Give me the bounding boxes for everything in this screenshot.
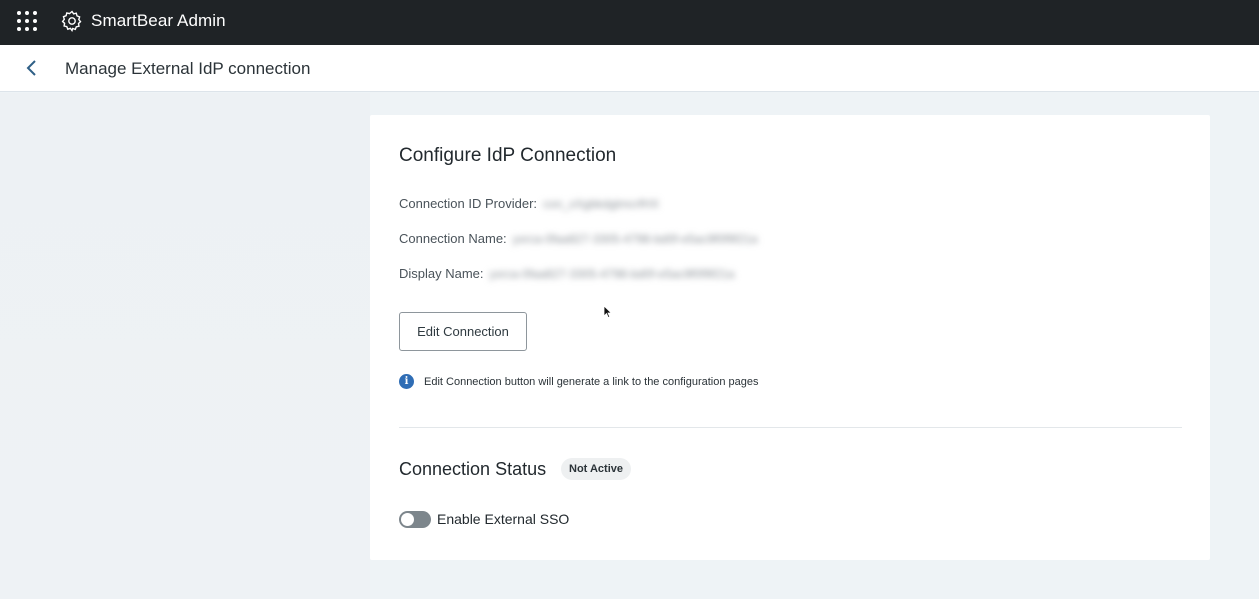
page-header: Manage External IdP connection	[0, 45, 1259, 92]
edit-connection-button[interactable]: Edit Connection	[399, 312, 527, 351]
apps-grid-icon[interactable]	[17, 11, 37, 31]
connection-id-provider-label: Connection ID Provider:	[399, 196, 538, 211]
idp-connection-card: Configure IdP Connection Connection ID P…	[370, 115, 1210, 560]
gear-icon	[61, 10, 82, 32]
card-heading: Configure IdP Connection	[399, 145, 617, 166]
connection-name-label: Connection Name:	[399, 231, 507, 246]
info-icon: i	[399, 374, 414, 389]
enable-external-sso-toggle[interactable]	[399, 511, 431, 528]
chevron-left-icon[interactable]	[21, 57, 43, 79]
app-title: SmartBear Admin	[91, 11, 226, 30]
toggle-label: Enable External SSO	[437, 511, 570, 527]
connection-name-value: yxrca-0faa827-3305-4798-bd0f-e5ac9f0f9f2…	[512, 231, 758, 246]
top-navigation-bar: SmartBear Admin	[0, 0, 1259, 45]
display-name-value: yxrca-0faa827-3305-4798-bd0f-e5ac9f0f9f2…	[489, 266, 735, 281]
mouse-cursor-icon	[603, 305, 613, 319]
info-text: Edit Connection button will generate a l…	[424, 375, 759, 388]
connection-name-field: Connection Name: yxrca-0faa827-3305-4798…	[399, 231, 758, 246]
display-name-field: Display Name: yxrca-0faa827-3305-4798-bd…	[399, 266, 734, 281]
status-badge: Not Active	[561, 458, 631, 480]
connection-id-provider-value: con_xXgbkdgtmcrfHX	[543, 196, 660, 211]
toggle-knob	[401, 513, 414, 526]
info-note: i Edit Connection button will generate a…	[399, 374, 759, 389]
background-panel	[0, 93, 370, 599]
display-name-label: Display Name:	[399, 266, 484, 281]
page-title: Manage External IdP connection	[65, 59, 311, 78]
connection-status-title: Connection Status	[399, 459, 547, 479]
section-divider	[399, 427, 1182, 428]
connection-id-provider-field: Connection ID Provider: con_xXgbkdgtmcrf…	[399, 196, 659, 211]
